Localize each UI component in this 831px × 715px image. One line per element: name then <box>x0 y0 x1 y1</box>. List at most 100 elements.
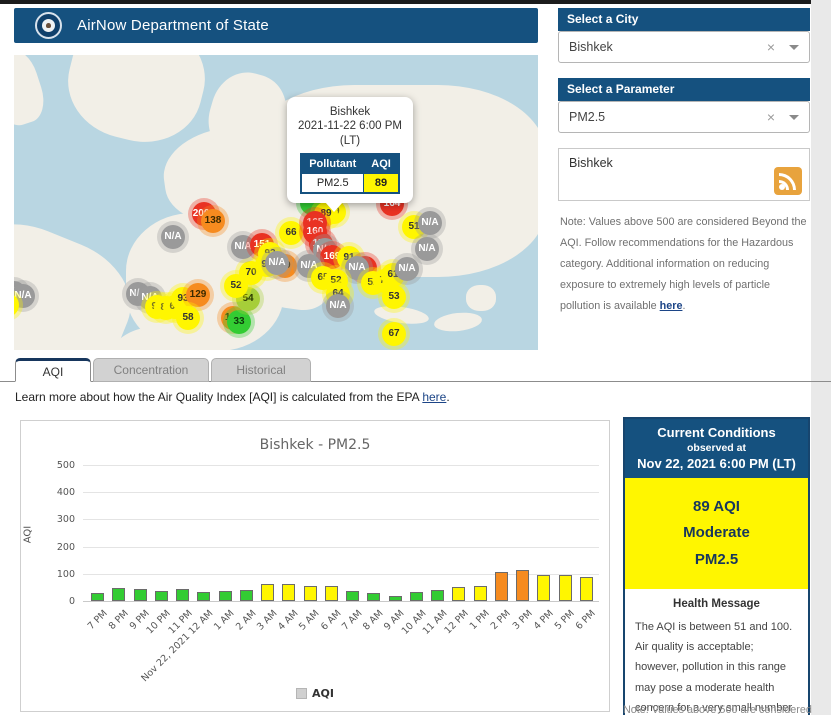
landmass-iceland <box>134 103 160 117</box>
app-header: AirNow Department of State <box>14 8 538 43</box>
aqi-chart-panel: Bishkek - PM2.5 AQI 0 100 200 300 400 500 7 PM… <box>20 420 610 712</box>
x-tick-label: 4 AM <box>276 608 301 633</box>
aqi-bar-7-am[interactable] <box>346 591 360 601</box>
learn-more-text: Learn more about how the Air Quality Ind… <box>15 390 423 404</box>
popup-col-aqi: AQI <box>363 153 400 175</box>
aqi-bar-6-am[interactable] <box>324 586 338 601</box>
popup-aqi-value: 89 <box>363 173 400 194</box>
x-tick-label: 3 AM <box>254 608 280 633</box>
city-select[interactable]: Bishkek × <box>558 31 810 63</box>
x-tick-label: 5 AM <box>297 608 322 633</box>
landmass-north-america-top <box>14 55 51 131</box>
popup-col-pollutant: Pollutant <box>300 153 365 175</box>
city-caret-down-icon[interactable] <box>789 44 799 50</box>
aqi-bar-11-pm[interactable] <box>176 589 190 601</box>
tab-aqi[interactable]: AQI <box>15 358 91 382</box>
panel-footer-note: Note: Values above 500 are considered Be… <box>623 704 812 715</box>
conditions-aqi-value: 89 AQI <box>693 498 740 515</box>
aqi-marker-na[interactable]: N/A <box>265 251 289 275</box>
aqi-bar-8-am[interactable] <box>367 592 381 601</box>
x-tick-label: 8 PM <box>106 608 131 633</box>
aqi-bar-11-am[interactable] <box>431 590 445 601</box>
x-tick-label: 3 PM <box>510 608 535 633</box>
aqi-marker-53[interactable]: 53 <box>382 285 406 309</box>
aqi-marker-na[interactable]: N/A <box>415 237 439 261</box>
gridline-300 <box>83 519 599 521</box>
x-tick-label: 1 AM <box>212 608 237 633</box>
gridline-500 <box>83 465 599 466</box>
aqi-marker-na[interactable]: N/A <box>161 225 185 249</box>
aqi-marker-138[interactable]: 138 <box>201 209 225 233</box>
learn-more-line: Learn more about how the Air Quality Ind… <box>15 390 450 404</box>
aqi-bar-5-pm[interactable] <box>558 575 572 601</box>
tab-concentration[interactable]: Concentration <box>93 358 209 382</box>
popup-city: Bishkek <box>329 106 371 118</box>
chart-legend[interactable]: AQI <box>21 687 609 700</box>
state-department-seal-icon <box>35 12 62 39</box>
x-tick-label: 1 PM <box>467 608 492 633</box>
aqi-world-map[interactable]: N/AN/AN/AN/A938364931295811633545270200+… <box>14 55 538 350</box>
aqi-bar-6-pm[interactable] <box>579 576 593 601</box>
y-tick-500: 500 <box>56 460 75 471</box>
conditions-aqi-block: 89 AQI Moderate PM2.5 <box>625 478 808 589</box>
parameter-clear-icon[interactable]: × <box>767 109 775 125</box>
tab-historical[interactable]: Historical <box>211 358 311 382</box>
x-tick-label: 2 PM <box>489 608 514 633</box>
beyond-aqi-note: Note: Values above 500 are considered Be… <box>560 212 812 317</box>
aqi-bar-8-pm[interactable] <box>112 588 126 601</box>
conditions-aqi-category: Moderate <box>683 524 750 542</box>
landmass-philippines <box>466 285 496 311</box>
aqi-bar-9-am[interactable] <box>388 595 402 601</box>
aqi-marker-129[interactable]: 129 <box>186 283 210 307</box>
aqi-bar-3-pm[interactable] <box>516 570 530 601</box>
aqi-bar-2-pm[interactable] <box>494 572 508 601</box>
x-tick-label: 8 AM <box>361 608 386 633</box>
aqi-bar-12-pm[interactable] <box>452 586 466 601</box>
window-top-edge <box>0 0 811 4</box>
city-clear-icon[interactable]: × <box>767 39 775 55</box>
health-message-title: Health Message <box>673 597 760 610</box>
learn-more-here-link[interactable]: here <box>422 390 446 404</box>
aqi-marker-na[interactable]: N/A <box>395 257 419 281</box>
health-message-section: Health Message The AQI is between 51 and… <box>625 588 808 715</box>
aqi-marker-na[interactable]: N/A <box>326 294 350 318</box>
map-popup: Bishkek 2021-11-22 6:00 PM (LT) Pollutan… <box>287 97 413 213</box>
conditions-pollutant: PM2.5 <box>694 550 739 568</box>
y-tick-300: 300 <box>56 514 75 526</box>
rss-icon[interactable] <box>774 167 802 195</box>
conditions-observed-at: observed at <box>687 442 746 454</box>
aqi-marker-na[interactable]: N/A <box>418 211 442 235</box>
aqi-bar-3-am[interactable] <box>261 584 275 601</box>
page-right-gutter <box>811 0 831 715</box>
aqi-bar-1-pm[interactable] <box>473 586 487 601</box>
aqi-bar-5-am[interactable] <box>303 586 317 601</box>
aqi-bar-nov-22-2021-12-am[interactable] <box>197 592 211 601</box>
parameter-caret-down-icon[interactable] <box>789 114 799 120</box>
learn-more-period: . <box>446 390 450 404</box>
chart-title: Bishkek - PM2.5 <box>259 437 371 453</box>
aqi-bar-10-pm[interactable] <box>154 591 168 601</box>
aqi-marker-67[interactable]: 67 <box>382 322 406 346</box>
x-tick-label: 4 PM <box>531 608 556 633</box>
aqi-bar-4-pm[interactable] <box>537 575 551 601</box>
note-here-link[interactable]: here <box>660 300 683 312</box>
aqi-marker-58[interactable]: 58 <box>176 306 200 330</box>
aqi-bar-2-am[interactable] <box>239 590 253 601</box>
gridline-0 <box>83 601 599 602</box>
popup-timezone: (LT) <box>339 134 361 147</box>
parameter-select[interactable]: PM2.5 × <box>558 101 810 133</box>
aqi-bar-1-am[interactable] <box>218 590 232 601</box>
y-tick-0: 0 <box>68 596 75 607</box>
aqi-marker-66[interactable]: 66 <box>279 221 303 245</box>
aqi-bar-9-pm[interactable] <box>133 589 147 601</box>
aqi-bar-4-am[interactable] <box>282 584 296 601</box>
aqi-marker-33[interactable]: 33 <box>227 310 251 334</box>
aqi-bar-10-am[interactable] <box>409 592 423 601</box>
popup-pollutant-value: PM2.5 <box>300 173 365 194</box>
parameter-select-value: PM2.5 <box>569 110 606 124</box>
aqi-bar-7-pm[interactable] <box>91 592 105 601</box>
rss-city-label: Bishkek <box>569 156 613 170</box>
rss-feed-box: Bishkek <box>558 148 810 201</box>
legend-label: AQI <box>312 687 334 700</box>
x-tick-label: 5 PM <box>552 608 577 633</box>
